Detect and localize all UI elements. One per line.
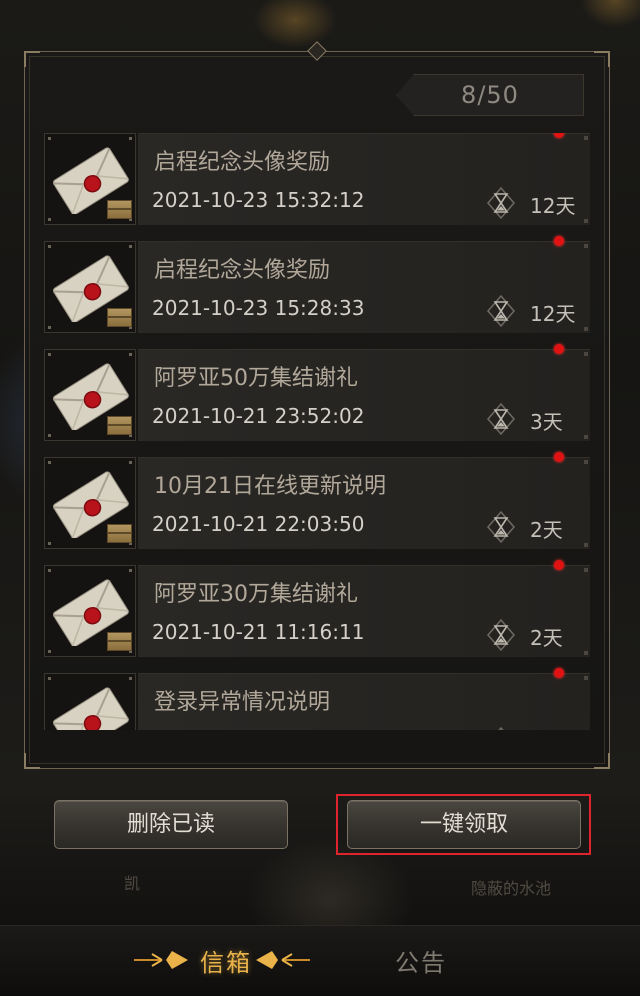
mail-thumbnail [44, 133, 136, 225]
reward-chest-icon [107, 308, 132, 327]
mail-item[interactable]: 10月21日在线更新说明 2021-10-21 22:03:50 2天 [44, 452, 590, 549]
mail-date: 2021-10-23 15:28:33 [152, 296, 365, 320]
reward-chest-icon [107, 524, 132, 543]
mail-thumbnail [44, 565, 136, 657]
mail-item[interactable]: 启程纪念头像奖励 2021-10-23 15:32:12 12天 [44, 133, 590, 225]
claim-all-highlight [336, 794, 591, 855]
tab-notice[interactable]: 公告 [395, 943, 447, 978]
mail-body[interactable]: 登录异常情况说明 [138, 673, 590, 730]
mail-remaining-days: 12天 [530, 302, 576, 326]
reward-chest-icon [107, 200, 132, 219]
mail-title: 启程纪念头像奖励 [154, 150, 331, 175]
hourglass-icon [498, 726, 504, 730]
mail-count: 8/50 [396, 74, 584, 116]
mail-title: 启程纪念头像奖励 [154, 258, 331, 283]
mail-remaining-days: 2天 [530, 518, 563, 542]
mail-date: 2021-10-23 15:32:12 [152, 188, 365, 212]
mail-thumbnail [44, 673, 136, 730]
delete-read-button[interactable]: 删除已读 [54, 800, 288, 849]
mail-list[interactable]: 启程纪念头像奖励 2021-10-23 15:32:12 12天 启程纪念头像奖… [44, 133, 590, 730]
mail-title: 登录异常情况说明 [154, 690, 331, 715]
mail-date: 2021-10-21 11:16:11 [152, 620, 365, 644]
mail-item[interactable]: 阿罗亚50万集结谢礼 2021-10-21 23:52:02 3天 [44, 344, 590, 441]
hourglass-icon [487, 186, 515, 220]
tab-ornament-left-icon [134, 951, 188, 969]
mail-thumbnail [44, 349, 136, 441]
background-label-right: 隐蔽的水池 [471, 879, 552, 898]
mail-thumbnail [44, 241, 136, 333]
unread-dot [554, 452, 564, 462]
envelope-icon [52, 687, 129, 730]
unread-dot [554, 236, 564, 246]
mail-date: 2021-10-21 23:52:02 [152, 404, 365, 428]
mail-item[interactable]: 启程纪念头像奖励 2021-10-23 15:28:33 12天 [44, 236, 590, 333]
mail-title: 阿罗亚30万集结谢礼 [154, 582, 358, 607]
mail-body[interactable]: 阿罗亚30万集结谢礼 2021-10-21 11:16:11 2天 [138, 565, 590, 657]
mail-date: 2021-10-21 22:03:50 [152, 512, 365, 536]
hourglass-icon [487, 402, 515, 436]
mail-body[interactable]: 启程纪念头像奖励 2021-10-23 15:32:12 12天 [138, 133, 590, 225]
unread-dot [554, 344, 564, 354]
hourglass-icon [487, 294, 515, 328]
bottom-tab-bar [0, 925, 640, 996]
tab-mailbox[interactable]: 信箱 [200, 943, 252, 978]
mail-title: 10月21日在线更新说明 [154, 474, 386, 499]
mail-body[interactable]: 10月21日在线更新说明 2021-10-21 22:03:50 2天 [138, 457, 590, 549]
reward-chest-icon [107, 632, 132, 651]
mail-title: 阿罗亚50万集结谢礼 [154, 366, 358, 391]
mail-item[interactable]: 阿罗亚30万集结谢礼 2021-10-21 11:16:11 2天 [44, 560, 590, 657]
mail-remaining-days: 2天 [530, 626, 563, 650]
mail-body[interactable]: 启程纪念头像奖励 2021-10-23 15:28:33 12天 [138, 241, 590, 333]
hourglass-icon [487, 510, 515, 544]
tab-ornament-right-icon [256, 951, 310, 969]
background-label-left: 凯 [124, 874, 141, 893]
mail-remaining-days: 3天 [530, 410, 563, 434]
reward-chest-icon [107, 416, 132, 435]
mail-item[interactable]: 登录异常情况说明 [44, 668, 590, 730]
unread-dot [554, 560, 564, 570]
unread-dot [554, 668, 564, 678]
mail-body[interactable]: 阿罗亚50万集结谢礼 2021-10-21 23:52:02 3天 [138, 349, 590, 441]
mail-thumbnail [44, 457, 136, 549]
mail-remaining-days: 12天 [530, 194, 576, 218]
hourglass-icon [487, 618, 515, 652]
